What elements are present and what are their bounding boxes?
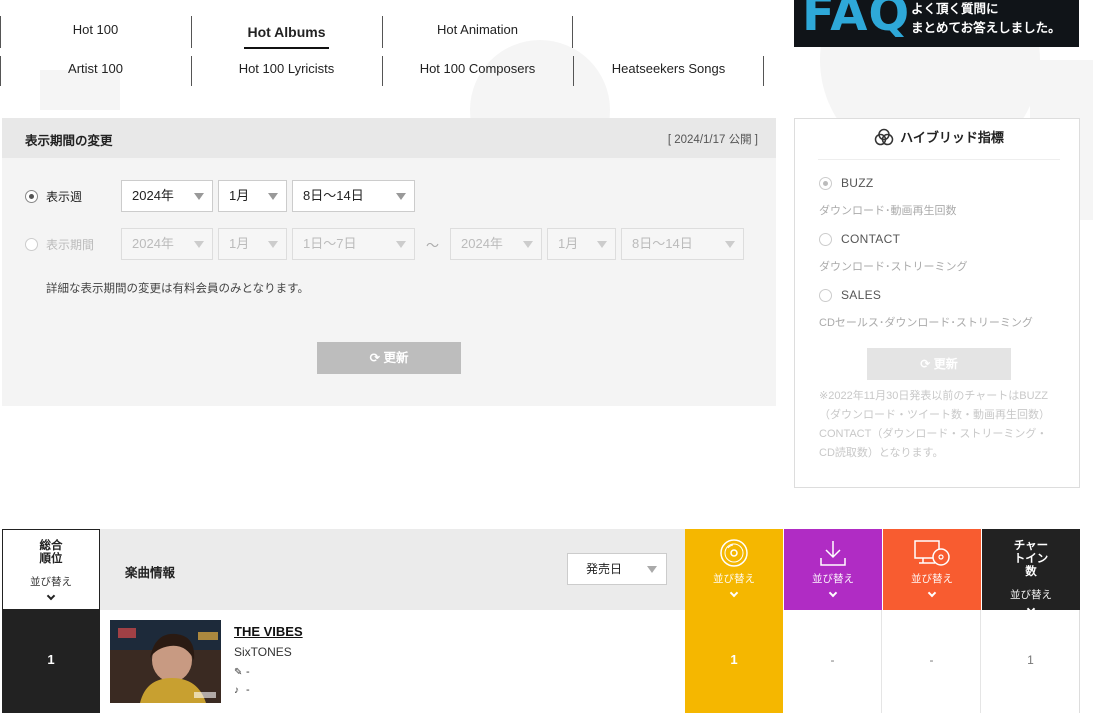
chart-in-sort-header[interactable]: チャートイン数 並び替え <box>982 529 1080 614</box>
chart-table: 総合順位 並び替え 楽曲情報 発売日 並び替え 並び替え 並び替え チャートイン… <box>2 529 1080 713</box>
range-radio-label: 表示期間 <box>46 237 95 252</box>
chevron-down-icon <box>828 588 838 598</box>
pencil-icon: ✎ <box>234 666 243 678</box>
table-row: 1 THE VIBES SixTONES ✎ - ♪ - 1 - - 1 <box>2 610 1080 713</box>
faq-banner-text: よく頂く質問に まとめてお答えしました。 <box>911 2 1061 35</box>
hybrid-option-sales[interactable]: SALES <box>819 288 881 302</box>
tab-heatseekers-songs[interactable]: Heatseekers Songs <box>573 52 764 86</box>
buzz-description: ダウンロード･動画再生回数 <box>819 205 957 217</box>
week-radio[interactable] <box>25 189 38 203</box>
to-range-select[interactable]: 8日〜14日 <box>621 228 744 260</box>
rank-sort-header[interactable]: 総合順位 並び替え <box>2 529 100 610</box>
refresh-icon: ⟳ <box>920 357 931 371</box>
music-note-icon: ♪ <box>234 684 239 696</box>
range-radio[interactable] <box>25 237 38 251</box>
tab-artist-100[interactable]: Artist 100 <box>0 52 191 86</box>
hybrid-option-buzz[interactable]: BUZZ <box>819 176 874 190</box>
buzz-radio[interactable] <box>819 176 832 190</box>
song-info-header: 楽曲情報 発売日 <box>100 529 685 610</box>
period-title: 表示期間の変更 <box>25 134 113 148</box>
hybrid-title: ハイブリッド指標 <box>818 119 1060 160</box>
chevron-down-icon <box>927 588 937 598</box>
tab-hot-100-lyricists[interactable]: Hot 100 Lyricists <box>191 52 382 86</box>
cd-icon <box>720 539 748 567</box>
week-radio-row[interactable]: 表示週 <box>25 180 82 212</box>
sales-rank-cell: 1 <box>685 610 783 713</box>
venn-icon <box>874 128 894 146</box>
artist-name: SixTONES <box>234 645 292 659</box>
streaming-icon <box>914 540 950 566</box>
period-panel: 表示期間の変更 [ 2024/1/17 公開 ] 表示週 2024年 1月 8日… <box>2 118 776 406</box>
faq-banner[interactable]: FAQ よく頂く質問に まとめてお答えしました。 <box>794 0 1079 47</box>
song-info-label: 楽曲情報 <box>125 566 176 580</box>
published-date: [ 2024/1/17 公開 ] <box>667 134 758 146</box>
chart-in-label: チャートイン数 <box>1013 540 1049 578</box>
chart-in-count-cell: 1 <box>982 610 1080 713</box>
chevron-down-icon <box>729 588 739 598</box>
week-radio-label: 表示週 <box>46 189 83 204</box>
sales-sort-header[interactable]: 並び替え <box>685 529 783 610</box>
rank-header-label: 総合順位 <box>39 540 63 565</box>
range-radio-row[interactable]: 表示期間 <box>25 228 94 260</box>
tab-hot-100-composers[interactable]: Hot 100 Composers <box>382 52 573 86</box>
from-month-select[interactable]: 1月 <box>218 228 287 260</box>
period-header: 表示期間の変更 [ 2024/1/17 公開 ] <box>2 118 776 158</box>
chart-header: 総合順位 並び替え 楽曲情報 発売日 並び替え 並び替え 並び替え チャートイン… <box>2 529 1080 614</box>
streaming-sort-header[interactable]: 並び替え <box>883 529 981 610</box>
download-sort-header[interactable]: 並び替え <box>784 529 882 610</box>
hybrid-note: ※2022年11月30日発表以前のチャートはBUZZ（ダウンロード・ツイート数・… <box>819 390 1050 459</box>
download-icon <box>820 541 846 566</box>
from-range-select[interactable]: 1日〜7日 <box>292 228 415 260</box>
period-note: 詳細な表示期間の変更は有料会員のみとなります。 <box>46 283 310 295</box>
tab-hot-albums[interactable]: Hot Albums <box>191 12 382 49</box>
video-thumbnail[interactable] <box>110 620 221 703</box>
composer-row: ♪ - <box>234 684 250 696</box>
hybrid-panel: ハイブリッド指標 BUZZ ダウンロード･動画再生回数 CONTACT ダウンロ… <box>794 118 1080 488</box>
song-title-link[interactable]: THE VIBES <box>234 624 303 639</box>
chart-tabs: Hot 100 Hot Albums Hot Animation Artist … <box>0 12 770 86</box>
from-year-select[interactable]: 2024年 <box>121 228 213 260</box>
period-update-button[interactable]: ⟳ 更新 <box>317 342 461 374</box>
to-year-select[interactable]: 2024年 <box>450 228 542 260</box>
week-year-select[interactable]: 2024年 <box>121 180 213 212</box>
release-date-select[interactable]: 発売日 <box>567 553 667 585</box>
tab-hot-animation[interactable]: Hot Animation <box>382 12 573 48</box>
week-month-select[interactable]: 1月 <box>218 180 287 212</box>
range-tilde: 〜 <box>426 238 440 253</box>
sales-radio[interactable] <box>819 288 832 302</box>
streaming-rank-cell: - <box>883 610 981 713</box>
lyricist-row: ✎ - <box>234 666 250 678</box>
rank-sort-label: 並び替え <box>30 576 72 588</box>
to-month-select[interactable]: 1月 <box>547 228 616 260</box>
faq-logo-text: FAQ <box>802 0 911 42</box>
download-rank-cell: - <box>784 610 882 713</box>
sales-description: CDセールス･ダウンロード･ストリーミング <box>819 317 1033 329</box>
contact-radio[interactable] <box>819 232 832 246</box>
hybrid-update-button[interactable]: ⟳ 更新 <box>867 348 1011 380</box>
tab-hot-100[interactable]: Hot 100 <box>0 12 191 48</box>
contact-description: ダウンロード･ストリーミング <box>819 261 968 273</box>
refresh-icon: ⟳ <box>369 351 380 365</box>
week-range-select[interactable]: 8日〜14日 <box>292 180 415 212</box>
hybrid-option-contact[interactable]: CONTACT <box>819 232 900 246</box>
rank-cell: 1 <box>2 610 100 713</box>
chevron-down-icon <box>46 591 56 601</box>
